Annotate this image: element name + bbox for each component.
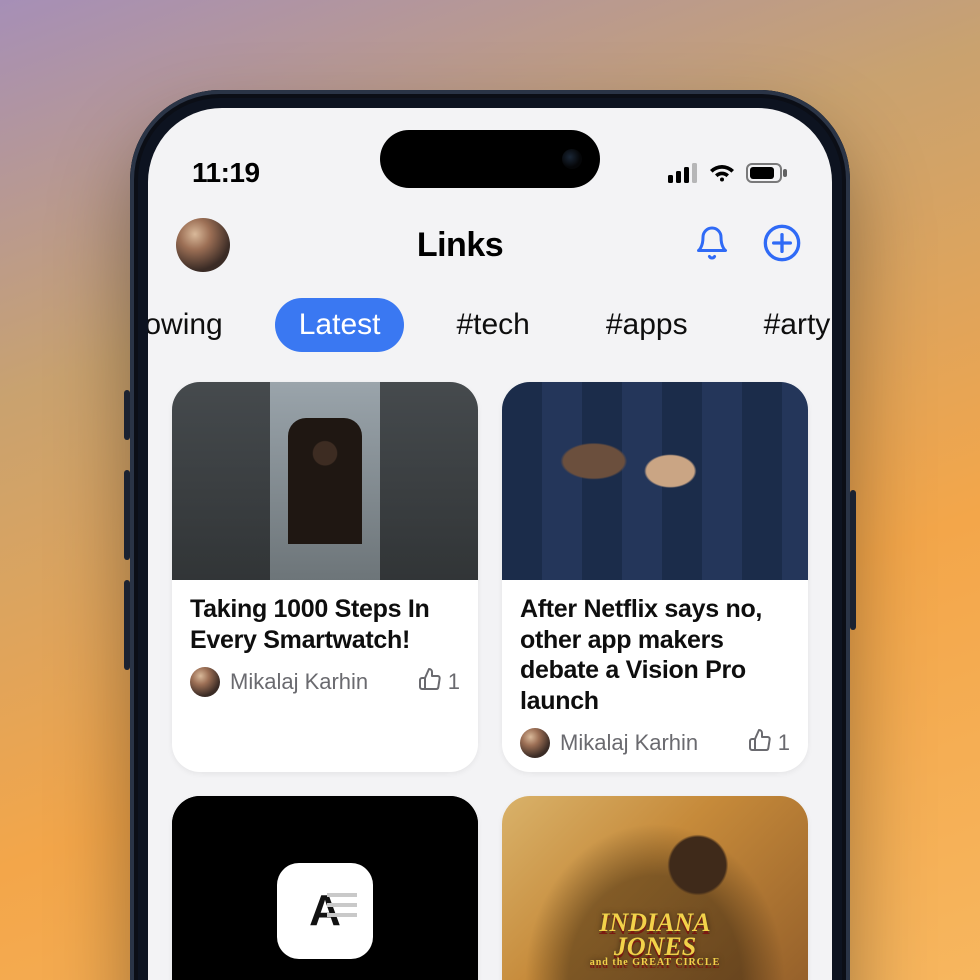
status-time: 11:19 <box>192 157 352 189</box>
like-count: 1 <box>778 730 790 756</box>
phone-volume-down <box>124 580 130 670</box>
author-name: Mikalaj Karhin <box>560 730 738 756</box>
phone-power-button <box>850 490 856 630</box>
tab-following[interactable]: Following <box>148 298 247 352</box>
movie-logo: INDIANA JONES and the GREAT CIRCLE <box>590 911 721 967</box>
card-image: INDIANA JONES and the GREAT CIRCLE <box>502 796 808 980</box>
nav-actions <box>690 223 804 267</box>
tab-tech[interactable]: #tech <box>432 298 553 352</box>
card-image <box>502 382 808 580</box>
plus-circle-icon <box>762 223 802 268</box>
phone-frame: 11:19 <box>130 90 850 980</box>
card-title: Taking 1000 Steps In Every Smartwatch! <box>190 594 460 655</box>
feed-card[interactable]: A <box>172 796 478 980</box>
thumbs-up-icon <box>418 667 442 697</box>
phone-volume-up <box>124 470 130 560</box>
bell-icon <box>694 225 730 266</box>
app-icon: A <box>277 863 373 959</box>
feed-grid: Taking 1000 Steps In Every Smartwatch! M… <box>148 366 832 980</box>
author-name: Mikalaj Karhin <box>230 669 408 695</box>
author-avatar <box>190 667 220 697</box>
notifications-button[interactable] <box>690 223 734 267</box>
card-meta: Mikalaj Karhin 1 <box>520 728 790 758</box>
thumbs-up-icon <box>748 728 772 758</box>
cellular-icon <box>668 163 698 183</box>
phone-side-button <box>124 390 130 440</box>
dynamic-island <box>380 130 600 188</box>
card-image: A <box>172 796 478 980</box>
like-button[interactable]: 1 <box>418 667 460 697</box>
profile-avatar[interactable] <box>176 218 230 272</box>
page-title: Links <box>248 226 672 265</box>
add-button[interactable] <box>760 223 804 267</box>
tab-latest[interactable]: Latest <box>275 298 405 352</box>
author-avatar <box>520 728 550 758</box>
card-body: Taking 1000 Steps In Every Smartwatch! M… <box>172 580 478 711</box>
wifi-icon <box>708 163 736 183</box>
like-count: 1 <box>448 669 460 695</box>
card-image <box>172 382 478 580</box>
like-button[interactable]: 1 <box>748 728 790 758</box>
nav-bar: Links <box>148 206 832 284</box>
card-title: After Netflix says no, other app makers … <box>520 594 790 716</box>
tab-artykul[interactable]: #artykul <box>740 298 832 352</box>
status-indicators <box>628 163 788 183</box>
phone-screen: 11:19 <box>148 108 832 980</box>
card-meta: Mikalaj Karhin 1 <box>190 667 460 697</box>
battery-icon <box>746 163 788 183</box>
card-body: After Netflix says no, other app makers … <box>502 580 808 772</box>
tab-apps[interactable]: #apps <box>582 298 712 352</box>
tabs-row[interactable]: Following Latest #tech #apps #artykul #a… <box>148 284 832 366</box>
feed-card[interactable]: Taking 1000 Steps In Every Smartwatch! M… <box>172 382 478 772</box>
feed-card[interactable]: After Netflix says no, other app makers … <box>502 382 808 772</box>
feed-card[interactable]: INDIANA JONES and the GREAT CIRCLE <box>502 796 808 980</box>
